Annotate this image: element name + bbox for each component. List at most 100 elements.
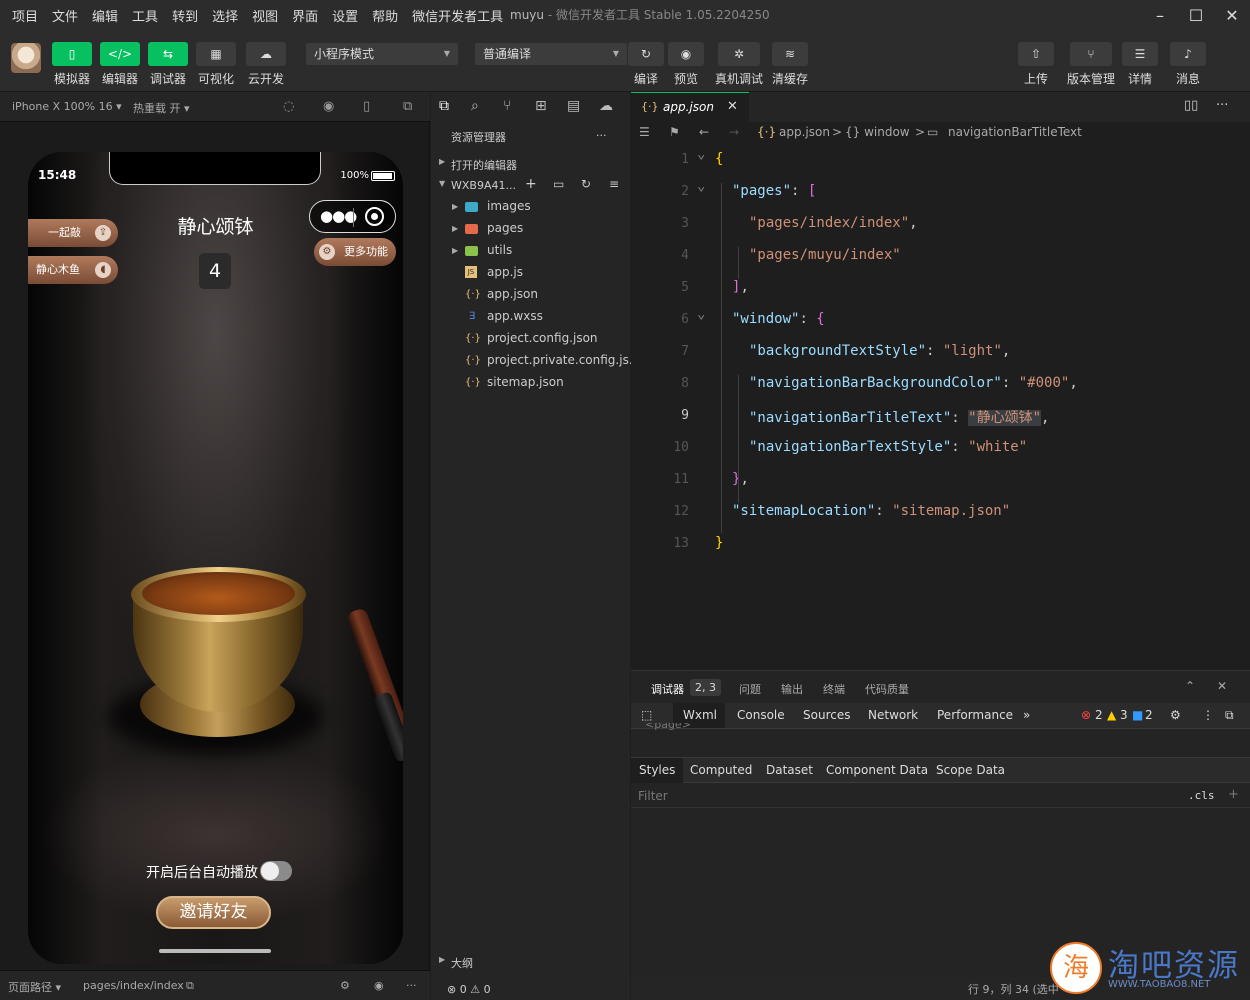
menu-item[interactable]: 微信开发者工具 [405, 6, 510, 25]
file-tree-item[interactable]: {·} project.config.json [431, 328, 630, 350]
compile-select[interactable]: 普通编译 ▼ [475, 43, 627, 65]
list-icon[interactable]: ☰ [639, 125, 650, 139]
devtools-tab[interactable]: Console [737, 708, 785, 722]
menu-item[interactable]: 转到 [165, 6, 205, 25]
files-icon[interactable]: ⧉ [439, 98, 449, 114]
refresh-button[interactable]: ↻ [628, 42, 664, 66]
dock-icon[interactable]: ⧉ [1225, 708, 1234, 723]
bookmark-icon[interactable]: ⚑ [669, 125, 680, 139]
page-path-select[interactable]: 页面路径 ▾ [8, 979, 61, 995]
styles-tab[interactable]: Computed [690, 763, 752, 777]
menu-item[interactable]: 选择 [205, 6, 245, 25]
new-file-icon[interactable]: + [525, 176, 537, 192]
file-tree-item[interactable]: {·} app.json [431, 284, 630, 306]
devtools-tab[interactable]: Sources [803, 708, 850, 722]
tab-app-json[interactable]: {·} app.json ✕ [631, 92, 749, 122]
styles-tab[interactable]: Styles [631, 758, 684, 783]
styles-tab[interactable]: Component Data [826, 763, 928, 777]
debugger-tab[interactable]: 调试器 [651, 681, 684, 697]
crumb-field[interactable]: navigationBarTitleText [948, 125, 1082, 139]
menu-item[interactable]: 项目 [0, 6, 45, 25]
menu-item[interactable]: 编辑 [85, 6, 125, 25]
split-editor-icon[interactable]: ▯▯ [1184, 98, 1198, 113]
debugger-tab[interactable]: 输出 [781, 681, 803, 697]
cls-toggle[interactable]: .cls [1188, 789, 1215, 802]
phone-icon[interactable]: ▯ [363, 99, 370, 114]
rotate-icon[interactable]: ◌ [283, 99, 294, 114]
share-button[interactable]: 一起敲 ⇪ [28, 219, 118, 247]
menu-item[interactable]: 工具 [125, 6, 165, 25]
upload-button[interactable]: ⇧ [1018, 42, 1054, 66]
devtools-tab[interactable]: Performance [937, 708, 1013, 722]
eye-button[interactable]: ◉ [668, 42, 704, 66]
invite-button[interactable]: 邀请好友 [156, 896, 271, 929]
device-select[interactable]: iPhone X 100% 16 ▾ [12, 100, 122, 113]
wxml-tree-node[interactable]: <page> [645, 723, 691, 731]
file-tree-item[interactable]: ▶ utils [431, 240, 630, 262]
search-icon[interactable]: ⌕ [471, 98, 479, 114]
collapse-panel-icon[interactable]: ⌃ [1185, 679, 1195, 693]
capsule-menu[interactable]: ●●● [309, 200, 396, 233]
file-tree-item[interactable]: {·} sitemap.json [431, 372, 630, 394]
fold-chevron-icon[interactable]: ⌄ [697, 146, 705, 162]
hotreload-select[interactable]: 热重载 开 ▾ [133, 100, 190, 116]
open-editors-section[interactable]: ▶ 打开的编辑器 [431, 152, 630, 174]
devtools-tab[interactable]: » [1023, 708, 1030, 722]
layers-button[interactable]: ≋ [772, 42, 808, 66]
crumb-file[interactable]: app.json [779, 125, 830, 139]
muyu-button[interactable]: 静心木鱼 ◖ [28, 256, 118, 284]
close-icon[interactable]: ✕ [1214, 0, 1250, 30]
back-icon[interactable]: ← [699, 125, 709, 139]
menu-button[interactable]: ☰ [1122, 42, 1158, 66]
file-tree-item[interactable]: JS app.js [431, 262, 630, 284]
minimize-icon[interactable]: – [1142, 0, 1178, 30]
forward-icon[interactable]: → [729, 125, 739, 139]
branch-button[interactable]: ⑂ [1070, 42, 1112, 66]
record-icon[interactable]: ◉ [323, 99, 334, 114]
problems-summary[interactable]: ⊗ 0 ⚠ 0 [431, 978, 630, 1000]
more-icon[interactable]: ··· [596, 129, 607, 142]
outline-section[interactable]: ▶ 大纲 [431, 950, 630, 972]
settings-icon[interactable]: ⚙ [340, 979, 350, 992]
more-icon[interactable]: ··· [406, 979, 417, 992]
fold-chevron-icon[interactable]: ⌄ [697, 178, 705, 194]
menu-item[interactable]: 文件 [45, 6, 85, 25]
settings-icon[interactable]: ⚙ [1170, 708, 1181, 722]
close-tab-icon[interactable]: ✕ [727, 99, 738, 114]
autoplay-toggle[interactable] [260, 861, 292, 881]
styles-tab[interactable]: Scope Data [936, 763, 1005, 777]
extensions-icon[interactable]: ⊞ [535, 98, 547, 114]
menu-item[interactable]: 帮助 [365, 6, 405, 25]
code-button[interactable]: </> [100, 42, 140, 66]
file-tree-item[interactable]: ▶ images [431, 196, 630, 218]
close-panel-icon[interactable]: ✕ [1217, 679, 1227, 693]
styles-filter[interactable]: Filter .cls + [631, 784, 1250, 808]
kebab-icon[interactable]: ⋮ [1202, 708, 1214, 722]
cloud-icon[interactable]: ☁ [599, 98, 613, 114]
debugger-tab[interactable]: 终端 [823, 681, 845, 697]
fold-chevron-icon[interactable]: ⌄ [697, 306, 705, 322]
add-rule-icon[interactable]: + [1228, 787, 1239, 802]
copy-icon[interactable]: ⧉ [186, 979, 194, 993]
bell-button[interactable]: ♪ [1170, 42, 1206, 66]
more-icon[interactable]: ··· [1216, 98, 1228, 113]
code-area[interactable]: 1 ⌄{2 ⌄ "pages": [3 "pages/index/index", 4 "pa… [631, 146, 1250, 608]
file-tree-item[interactable]: ▶ pages [431, 218, 630, 240]
menu-item[interactable]: 设置 [325, 6, 365, 25]
menu-item[interactable]: 视图 [245, 6, 285, 25]
bug-button[interactable]: ✲ [718, 42, 760, 66]
filter-input[interactable]: Filter [638, 789, 668, 803]
file-tree-item[interactable]: ∃ app.wxss [431, 306, 630, 328]
new-folder-icon[interactable]: ▭ [553, 177, 564, 191]
devtools-tab[interactable]: Network [868, 708, 918, 722]
close-circle-icon[interactable] [365, 207, 384, 226]
collapse-icon[interactable]: ≡ [609, 177, 619, 191]
layout-button[interactable]: ▦ [196, 42, 236, 66]
refresh-icon[interactable]: ↻ [581, 177, 591, 191]
avatar[interactable] [11, 43, 41, 73]
more-features-button[interactable]: ⚙ 更多功能 [314, 238, 396, 266]
storage-icon[interactable]: ▤ [567, 98, 580, 114]
eye-icon[interactable]: ◉ [374, 979, 384, 992]
debugger-tab[interactable]: 代码质量 [865, 681, 909, 697]
more-dots-icon[interactable]: ●●● [320, 207, 357, 225]
